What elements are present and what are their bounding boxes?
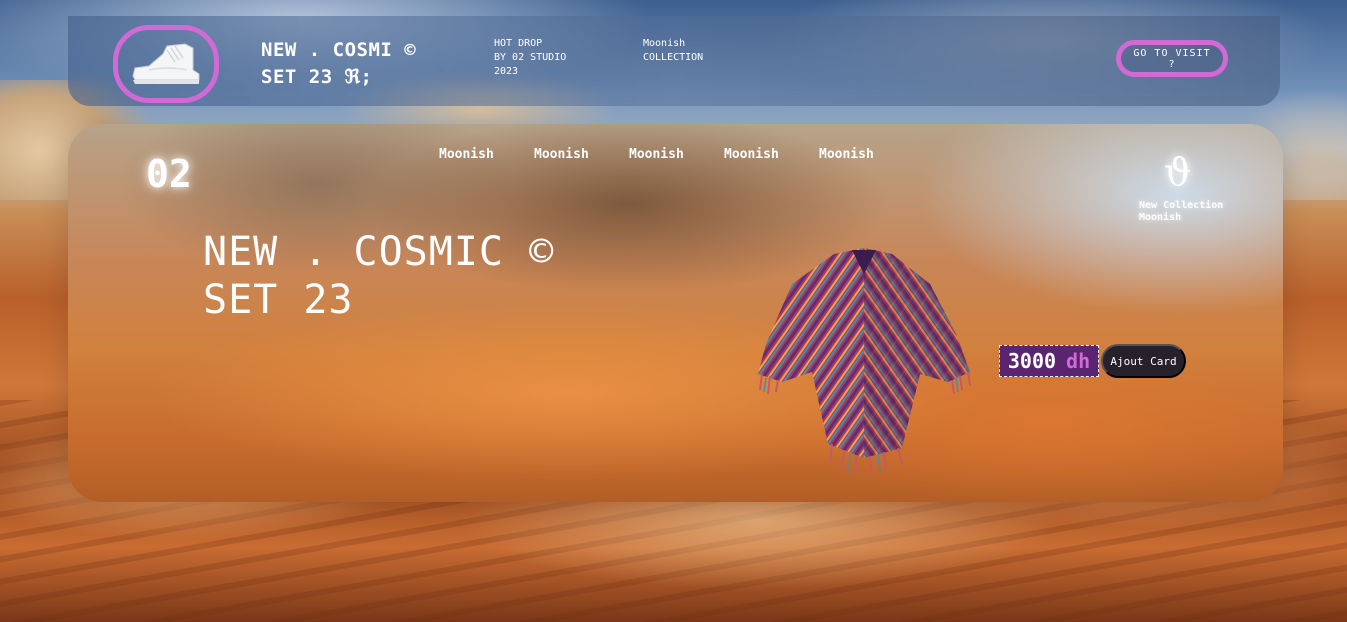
- nav-item-moonish-5[interactable]: Moonish: [819, 147, 914, 162]
- hot-drop-line: HOT DROP: [494, 38, 543, 49]
- collection-name: Moonish: [643, 38, 686, 49]
- nav-item-moonish-4[interactable]: Moonish: [724, 147, 819, 162]
- new-collection-label: New Collection Moonish: [1139, 200, 1223, 224]
- go-to-visit-button[interactable]: GO TO VISIT ?: [1116, 40, 1228, 77]
- header-title-line1: NEW . COSMI ©: [261, 39, 417, 61]
- theta-symbol: ϑ: [1164, 150, 1192, 194]
- price-tag: 3000 dh: [999, 345, 1099, 377]
- price-amount: 3000: [1007, 349, 1057, 373]
- nav-item-moonish-3[interactable]: Moonish: [629, 147, 724, 162]
- header-title-line2: SET 23 ℜ;: [261, 66, 373, 88]
- new-collection-line: New Collection: [1139, 200, 1224, 211]
- poncho-image: [758, 248, 971, 475]
- year-line: 2023: [494, 66, 519, 77]
- product-title-line2: SET 23: [203, 277, 354, 323]
- price-currency: dh: [1066, 349, 1091, 373]
- header-title: NEW . COSMI © SET 23 ℜ;: [261, 37, 416, 91]
- collection-label: COLLECTION: [643, 52, 704, 63]
- new-collection-name: Moonish: [1139, 212, 1182, 223]
- nav-item-moonish-1[interactable]: Moonish: [439, 147, 534, 162]
- logo-button[interactable]: [113, 25, 219, 103]
- card-number: 02: [146, 152, 192, 196]
- sneaker-icon: [132, 43, 200, 84]
- hot-drop-info: HOT DROP BY 02 STUDIO 2023: [494, 37, 566, 79]
- add-to-cart-button[interactable]: Ajout Card: [1101, 344, 1186, 378]
- collection-info: Moonish COLLECTION: [643, 37, 703, 65]
- studio-line: BY 02 STUDIO: [494, 52, 567, 63]
- nav-item-moonish-2[interactable]: Moonish: [534, 147, 629, 162]
- page-background: NEW . COSMI © SET 23 ℜ; HOT DROP BY 02 S…: [0, 0, 1347, 622]
- card-nav: Moonish Moonish Moonish Moonish Moonish: [439, 147, 914, 162]
- product-title: NEW . COSMIC © SET 23: [203, 228, 554, 324]
- product-title-line1: NEW . COSMIC ©: [203, 229, 555, 275]
